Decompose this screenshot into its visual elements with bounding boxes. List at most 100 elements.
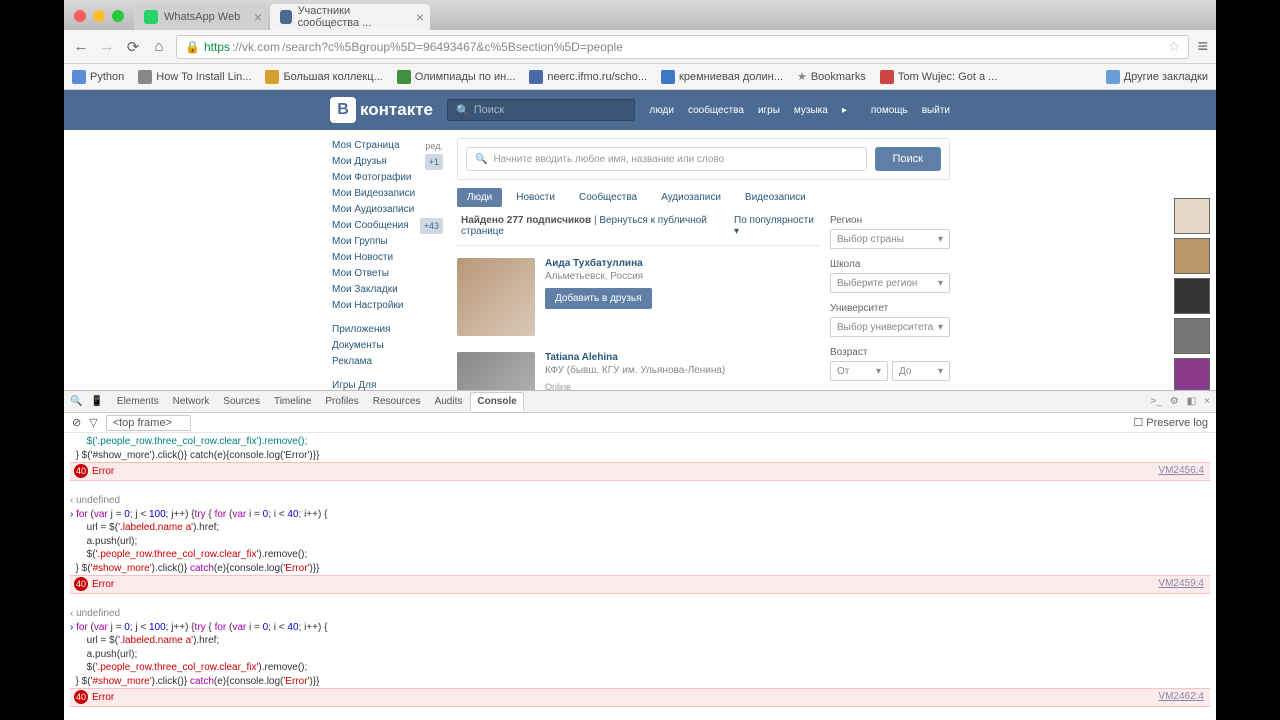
tab-vk[interactable]: Участники сообщества ... ×: [270, 4, 430, 30]
maximize-icon[interactable]: [112, 10, 124, 22]
tab-timeline[interactable]: Timeline: [268, 393, 317, 410]
star-icon[interactable]: ☆: [1168, 38, 1181, 55]
close-icon[interactable]: ×: [416, 9, 424, 25]
bookmark[interactable]: кремниевая долин...: [661, 70, 783, 84]
home-icon[interactable]: ⌂: [150, 38, 168, 56]
sidebar-item-videos[interactable]: Мои Видеозаписи: [330, 186, 445, 202]
sidebar-item-answers[interactable]: Мои Ответы: [330, 266, 445, 282]
dock-icon[interactable]: ◧: [1187, 396, 1196, 407]
bookmark[interactable]: Большая коллекц...: [265, 70, 382, 84]
nav-communities[interactable]: сообщества: [688, 105, 744, 116]
sidebar-item-apps[interactable]: Приложения: [330, 322, 445, 338]
forward-icon[interactable]: →: [98, 38, 116, 56]
sidebar-item-ads[interactable]: Реклама: [330, 354, 445, 370]
thumb[interactable]: [1174, 358, 1210, 394]
filter-icon[interactable]: ▽: [89, 416, 97, 429]
tab-sources[interactable]: Sources: [217, 393, 266, 410]
results-count: Найдено 277 подписчиков: [461, 215, 591, 226]
console-output[interactable]: $('.people_row.three_col_row.clear_fix')…: [64, 433, 1216, 720]
tab-news[interactable]: Новости: [506, 188, 565, 207]
thumb[interactable]: [1174, 198, 1210, 234]
vk-header-search[interactable]: 🔍 Поиск: [447, 99, 635, 121]
school-select[interactable]: Выберите регион▾: [830, 273, 950, 293]
gear-icon[interactable]: ⚙: [1170, 396, 1179, 407]
age-from-select[interactable]: От▾: [830, 361, 888, 381]
tab-label: Участники сообщества ...: [298, 5, 403, 29]
tab-people[interactable]: Люди: [457, 188, 502, 207]
thumb[interactable]: [1174, 278, 1210, 314]
sidebar-item-settings[interactable]: Мои Настройки: [330, 298, 445, 314]
bookmarks-bar: Python How To Install Lin... Большая кол…: [64, 64, 1216, 90]
close-icon[interactable]: [74, 10, 86, 22]
frame-select[interactable]: <top frame>: [106, 415, 191, 431]
chevron-down-icon: ▾: [938, 366, 943, 377]
add-friend-button[interactable]: Добавить в друзья: [545, 288, 652, 309]
url-path: /search?c%5Bgroup%5D=96493467&c%5Bsectio…: [282, 40, 623, 54]
console-toolbar: ⊘ ▽ <top frame> ☐ Preserve log: [64, 413, 1216, 433]
sidebar-item-photos[interactable]: Мои Фотографии: [330, 170, 445, 186]
tab-audits[interactable]: Audits: [429, 393, 469, 410]
tab-communities[interactable]: Сообщества: [569, 188, 647, 207]
region-select[interactable]: Выбор страны▾: [830, 229, 950, 249]
reload-icon[interactable]: ⟳: [124, 38, 142, 56]
drawer-icon[interactable]: >_: [1150, 396, 1161, 407]
devtools: 🔍 📱 Elements Network Sources Timeline Pr…: [64, 390, 1216, 720]
clear-icon[interactable]: ⊘: [72, 416, 81, 429]
search-button[interactable]: Поиск: [875, 147, 941, 171]
other-bookmarks[interactable]: Другие закладки: [1106, 70, 1208, 84]
tab-network[interactable]: Network: [167, 393, 216, 410]
tab-resources[interactable]: Resources: [367, 393, 427, 410]
bookmark[interactable]: Python: [72, 70, 124, 84]
age-to-select[interactable]: До▾: [892, 361, 950, 381]
window-controls[interactable]: [74, 10, 124, 22]
nav-logout[interactable]: выйти: [922, 105, 950, 116]
sidebar-item-docs[interactable]: Документы: [330, 338, 445, 354]
bookmark[interactable]: ★Bookmarks: [797, 70, 866, 83]
tab-console[interactable]: Console: [470, 392, 523, 411]
bookmark[interactable]: neerc.ifmo.ru/scho...: [529, 70, 647, 84]
close-icon[interactable]: ×: [254, 9, 262, 25]
bookmark[interactable]: Олимпиады по ин...: [397, 70, 516, 84]
favicon-icon: [280, 10, 291, 24]
nav-more-icon[interactable]: ▸: [842, 105, 847, 116]
tab-profiles[interactable]: Profiles: [319, 393, 364, 410]
back-icon[interactable]: ←: [72, 38, 90, 56]
sidebar-item-bookmarks[interactable]: Мои Закладки: [330, 282, 445, 298]
university-select[interactable]: Выбор университета▾: [830, 317, 950, 337]
nav-help[interactable]: помощь: [871, 105, 908, 116]
close-icon[interactable]: ×: [1204, 396, 1210, 407]
bookmark[interactable]: Tom Wujec: Got a ...: [880, 70, 997, 84]
sidebar-item-friends[interactable]: Мои Друзья+1: [330, 154, 445, 170]
lock-icon: 🔒: [185, 40, 200, 54]
minimize-icon[interactable]: [93, 10, 105, 22]
tab-label: WhatsApp Web: [164, 11, 240, 23]
avatar[interactable]: [457, 258, 535, 336]
device-icon[interactable]: 📱: [90, 396, 102, 407]
thumb[interactable]: [1174, 318, 1210, 354]
sidebar-item-audio[interactable]: Мои Аудиозаписи: [330, 202, 445, 218]
sidebar-item-messages[interactable]: Мои Сообщения+43: [330, 218, 445, 234]
vk-logo[interactable]: В контакте: [330, 97, 433, 123]
menu-icon[interactable]: ≡: [1197, 36, 1208, 57]
vk-nav: люди сообщества игры музыка ▸ помощь вый…: [649, 105, 950, 116]
nav-people[interactable]: люди: [649, 105, 674, 116]
bookmark[interactable]: How To Install Lin...: [138, 70, 251, 84]
tab-elements[interactable]: Elements: [111, 393, 165, 410]
nav-music[interactable]: музыка: [794, 105, 828, 116]
person-name[interactable]: Аида Тухбатуллина: [545, 258, 652, 269]
tab-whatsapp[interactable]: WhatsApp Web ×: [134, 4, 268, 30]
sidebar-item-groups[interactable]: Мои Группы: [330, 234, 445, 250]
search-input[interactable]: 🔍 Начните вводить любое имя, название ил…: [466, 147, 867, 171]
sidebar-item-news[interactable]: Мои Новости: [330, 250, 445, 266]
url-host: ://vk.com: [232, 40, 280, 54]
url-bar[interactable]: 🔒 https ://vk.com /search?c%5Bgroup%5D=9…: [176, 35, 1189, 59]
sort-dropdown[interactable]: По популярности ▾: [734, 215, 816, 237]
person-name[interactable]: Tatiana Alehina: [545, 352, 725, 363]
tab-video[interactable]: Видеозаписи: [735, 188, 816, 207]
nav-games[interactable]: игры: [758, 105, 780, 116]
sidebar-item-mypage[interactable]: Моя Страницаред.: [330, 138, 445, 154]
thumb[interactable]: [1174, 238, 1210, 274]
preserve-log-checkbox[interactable]: ☐ Preserve log: [1133, 416, 1208, 429]
tab-audio[interactable]: Аудиозаписи: [651, 188, 731, 207]
search-icon[interactable]: 🔍: [70, 396, 82, 407]
